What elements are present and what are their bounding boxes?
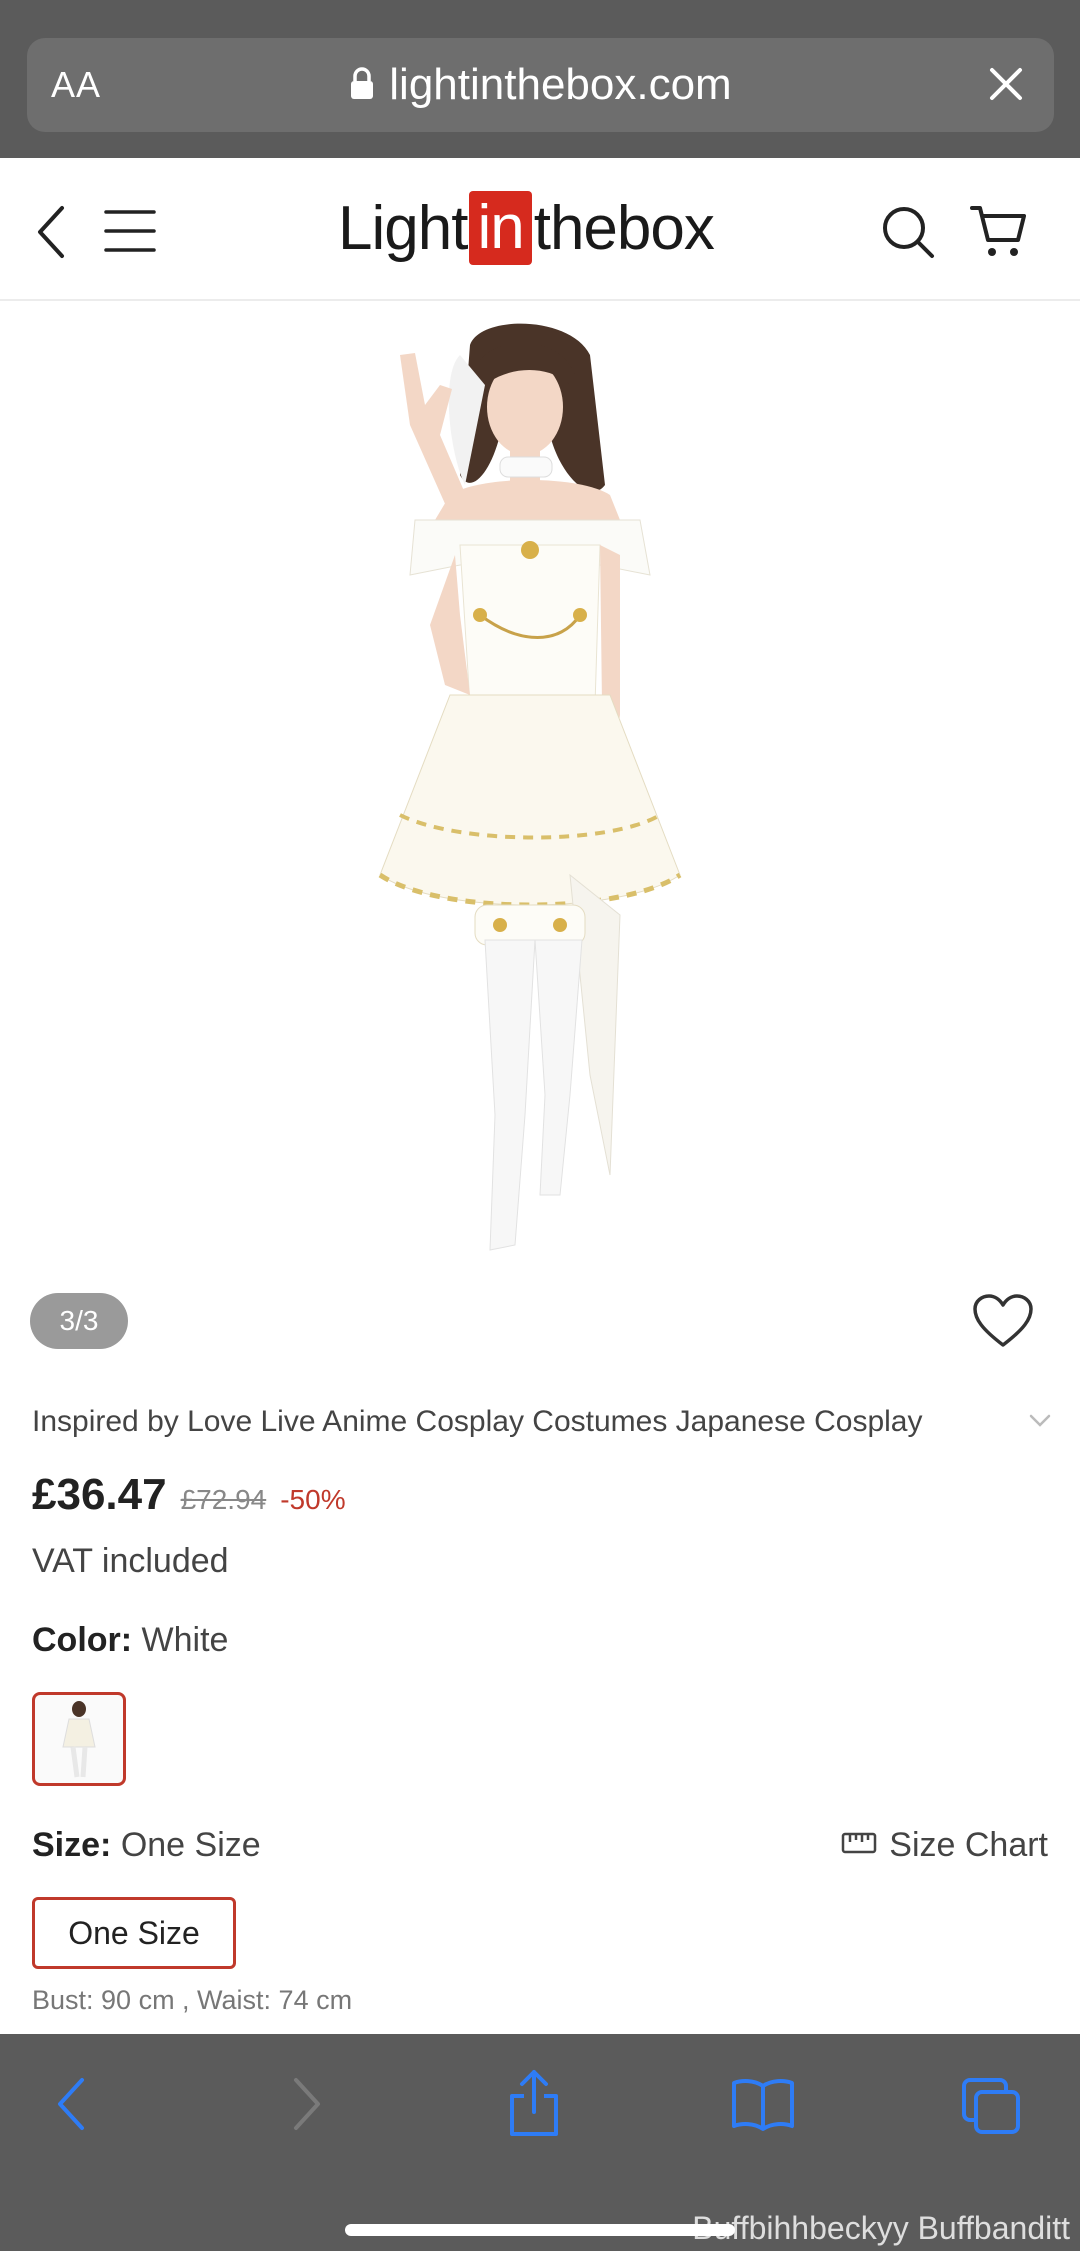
browser-bottom-toolbar: Buffbihhbeckyy Buffbanditt (0, 2034, 1080, 2251)
site-header: Light in thebox (0, 158, 1080, 301)
logo-text-thebox: thebox (533, 193, 715, 263)
color-label: Color: (32, 1621, 133, 1659)
size-chart-link[interactable]: Size Chart (841, 1826, 1048, 1865)
size-option-one-size[interactable]: One Size (32, 1897, 236, 1969)
site-logo[interactable]: Light in thebox (338, 188, 715, 268)
close-icon[interactable] (982, 60, 1030, 113)
size-label: Size: (32, 1826, 112, 1864)
product-title: Inspired by Love Live Anime Cosplay Cost… (32, 1405, 923, 1438)
chevron-down-icon[interactable] (1028, 1413, 1052, 1434)
address-bar[interactable]: AA lightinthebox.com (27, 38, 1054, 132)
product-image-gallery[interactable]: 3/3 (0, 303, 1080, 1353)
url-display[interactable]: lightinthebox.com (27, 60, 1054, 112)
logo-text-in: in (469, 191, 532, 265)
color-value: White (141, 1621, 229, 1659)
size-value: One Size (120, 1826, 261, 1864)
product-photo (378, 323, 682, 1251)
color-label-row: Color: White (32, 1621, 228, 1660)
browser-forward-icon[interactable] (286, 2076, 326, 2137)
home-indicator[interactable] (345, 2224, 735, 2236)
cart-icon[interactable] (970, 202, 1028, 265)
vat-note: VAT included (32, 1542, 229, 1580)
discount-badge: -50% (280, 1484, 346, 1515)
ruler-icon (841, 1826, 877, 1865)
logo-text-light: Light (338, 193, 468, 263)
original-price: £72.94 (180, 1484, 267, 1515)
size-label-row: Size: One Size (32, 1826, 261, 1865)
color-swatch-white[interactable] (32, 1692, 126, 1786)
product-title-row[interactable]: Inspired by Love Live Anime Cosplay Cost… (32, 1405, 1052, 1439)
bookmarks-icon[interactable] (730, 2076, 796, 2137)
browser-back-icon[interactable] (52, 2076, 92, 2137)
url-text: lightinthebox.com (389, 60, 732, 109)
heart-icon[interactable] (972, 1293, 1034, 1354)
back-icon[interactable] (32, 204, 72, 265)
watermark-text: Buffbihhbeckyy Buffbanditt (692, 2210, 1070, 2246)
swatch-thumbnail (62, 1701, 96, 1778)
image-counter-badge: 3/3 (30, 1293, 128, 1349)
size-chart-label: Size Chart (889, 1826, 1048, 1864)
tabs-icon[interactable] (960, 2076, 1024, 2141)
browser-top-bar: AA lightinthebox.com (0, 0, 1080, 158)
menu-icon[interactable] (104, 208, 156, 259)
lock-icon (349, 62, 375, 112)
screen: AA lightinthebox.com Light in thebox 3/3… (0, 0, 1080, 2251)
search-icon[interactable] (880, 204, 936, 265)
share-icon[interactable] (506, 2068, 562, 2143)
current-price: £36.47 (32, 1470, 167, 1519)
price-row: £36.47 £72.94 -50% (32, 1470, 346, 1520)
size-measurements: Bust: 90 cm , Waist: 74 cm (32, 1985, 353, 2015)
